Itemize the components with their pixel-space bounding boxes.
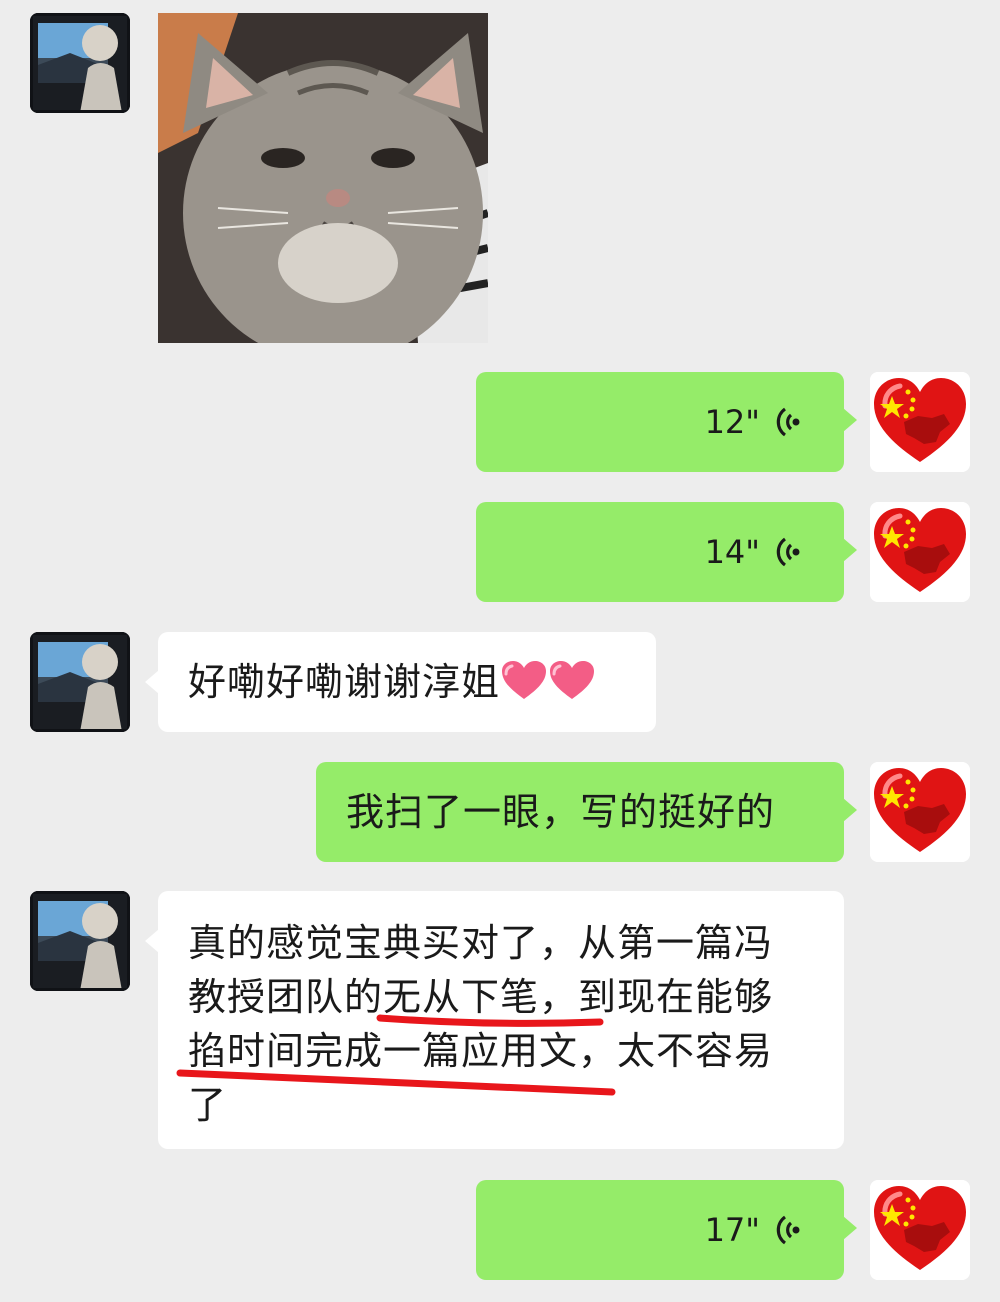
voice-wave-icon bbox=[774, 535, 802, 569]
text-message-bubble[interactable]: 我扫了一眼，写的挺好的 bbox=[316, 762, 857, 862]
message-text: 好嘞好嘞谢谢淳姐 bbox=[188, 660, 501, 704]
text-message-bubble[interactable]: 好嘞好嘞谢谢淳姐 bbox=[145, 632, 656, 732]
self-avatar[interactable] bbox=[870, 502, 970, 602]
self-avatar[interactable] bbox=[870, 372, 970, 472]
voice-message-bubble[interactable]: 14" bbox=[476, 502, 857, 602]
heart-emoji-icon bbox=[500, 659, 548, 715]
voice-duration: 17" bbox=[704, 1211, 760, 1249]
message-text: 我扫了一眼，写的挺好的 bbox=[346, 790, 776, 834]
other-avatar[interactable] bbox=[30, 891, 130, 991]
voice-message-bubble[interactable]: 17" bbox=[476, 1180, 857, 1280]
self-avatar[interactable] bbox=[870, 1180, 970, 1280]
long-text-message-bubble[interactable]: 真的感觉宝典买对了，从第一篇冯 教授团队的无从下笔，到现在能够 掐时间完成一篇应… bbox=[145, 891, 844, 1149]
voice-duration: 14" bbox=[704, 533, 760, 571]
cat-sticker[interactable] bbox=[158, 13, 488, 343]
voice-duration: 12" bbox=[704, 403, 760, 441]
message-line: 掐时间完成一篇应用文，太不容易 bbox=[188, 1029, 774, 1073]
message-line: 教授团队的无从下笔，到现在能够 bbox=[188, 975, 774, 1019]
other-avatar[interactable] bbox=[30, 632, 130, 732]
message-line: 真的感觉宝典买对了，从第一篇冯 bbox=[188, 921, 774, 965]
voice-wave-icon bbox=[774, 1213, 802, 1247]
self-avatar[interactable] bbox=[870, 762, 970, 862]
message-line: 了 bbox=[188, 1083, 228, 1127]
voice-message-bubble[interactable]: 12" bbox=[476, 372, 857, 472]
heart-emoji-icon bbox=[548, 659, 596, 715]
other-avatar[interactable] bbox=[30, 13, 130, 113]
voice-wave-icon bbox=[774, 405, 802, 439]
